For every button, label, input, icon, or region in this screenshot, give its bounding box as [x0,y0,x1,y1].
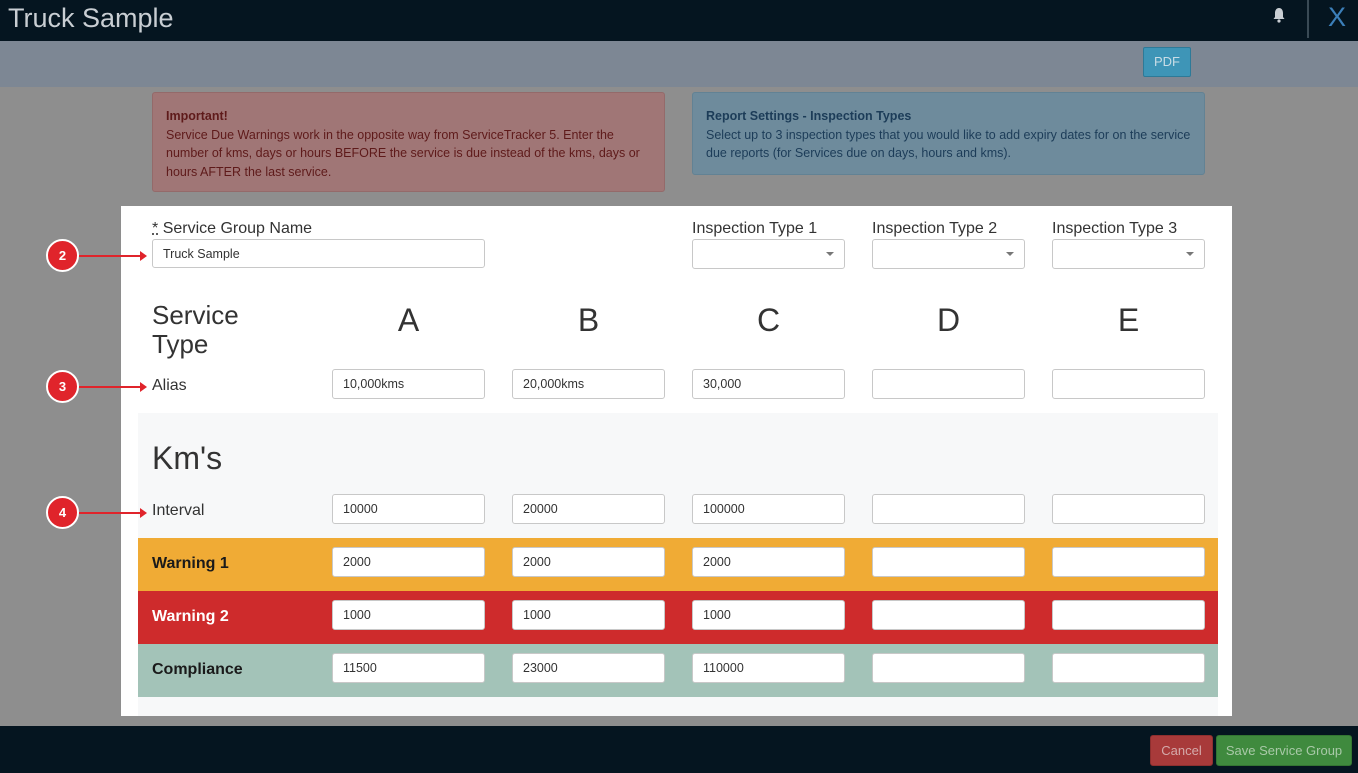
cancel-button[interactable]: Cancel [1150,735,1213,766]
important-alert-text: Service Due Warnings work in the opposit… [166,127,640,179]
inspection-type-1-label: Inspection Type 1 [692,220,818,237]
callout-badge-3: 3 [46,370,79,403]
column-header-d: D [936,302,961,338]
inspection-type-1-select[interactable] [692,239,845,269]
interval-input-c[interactable] [692,494,845,524]
compliance-input-a[interactable] [332,653,485,683]
report-settings-title: Report Settings - Inspection Types [706,109,912,123]
title-bar [0,0,1358,41]
callout-arrow-4 [79,508,147,518]
inspection-type-2-select[interactable] [872,239,1025,269]
alias-label: Alias [152,377,187,394]
warning-2-input-c[interactable] [692,600,845,630]
interval-label: Interval [152,502,205,519]
service-type-heading: Service Type [152,300,239,359]
important-alert-title: Important! [166,109,228,123]
group-name-label: * Service Group Name [152,220,313,237]
alias-input-a[interactable] [332,369,485,399]
compliance-label: Compliance [152,661,243,678]
callout-badge-4: 4 [46,496,79,529]
pdf-button[interactable]: PDF [1143,47,1191,77]
group-name-input[interactable] [152,239,485,268]
alias-input-c[interactable] [692,369,845,399]
caret-down-icon [1186,252,1194,256]
compliance-input-d[interactable] [872,653,1025,683]
warning-2-label: Warning 2 [152,608,229,625]
inspection-type-3-select[interactable] [1052,239,1205,269]
alias-input-b[interactable] [512,369,665,399]
warning-1-input-e[interactable] [1052,547,1205,577]
column-header-e: E [1117,302,1140,338]
column-header-b: B [577,302,600,338]
warning-1-input-c[interactable] [692,547,845,577]
callout-arrow-3 [79,382,147,392]
warning-1-input-d[interactable] [872,547,1025,577]
report-settings-text: Select up to 3 inspection types that you… [706,127,1191,161]
warning-2-input-b[interactable] [512,600,665,630]
inspection-type-2-label: Inspection Type 2 [872,220,998,237]
compliance-input-b[interactable] [512,653,665,683]
warning-2-input-a[interactable] [332,600,485,630]
interval-input-e[interactable] [1052,494,1205,524]
caret-down-icon [826,252,834,256]
callout-badge-2: 2 [46,239,79,272]
inspection-type-3-label: Inspection Type 3 [1052,220,1178,237]
column-header-a: A [397,302,420,338]
title-divider [1307,0,1309,38]
required-mark: * [152,220,159,237]
warning-2-input-d[interactable] [872,600,1025,630]
compliance-input-c[interactable] [692,653,845,683]
bell-icon[interactable] [1272,7,1286,23]
warning-1-input-b[interactable] [512,547,665,577]
alias-input-e[interactable] [1052,369,1205,399]
callout-arrow-2 [79,251,147,261]
caret-down-icon [1006,252,1014,256]
window-title: Truck Sample [8,3,174,33]
save-service-group-button[interactable]: Save Service Group [1216,735,1352,766]
interval-input-d[interactable] [872,494,1025,524]
interval-input-a[interactable] [332,494,485,524]
alias-input-d[interactable] [872,369,1025,399]
warning-2-input-e[interactable] [1052,600,1205,630]
warning-1-input-a[interactable] [332,547,485,577]
close-button[interactable]: X [1328,1,1346,33]
compliance-input-e[interactable] [1052,653,1205,683]
important-alert: Important! Service Due Warnings work in … [152,92,665,192]
interval-input-b[interactable] [512,494,665,524]
warning-1-label: Warning 1 [152,555,229,572]
kms-section-title: Km's [152,440,223,476]
column-header-c: C [756,302,781,338]
report-settings-alert: Report Settings - Inspection Types Selec… [692,92,1205,175]
